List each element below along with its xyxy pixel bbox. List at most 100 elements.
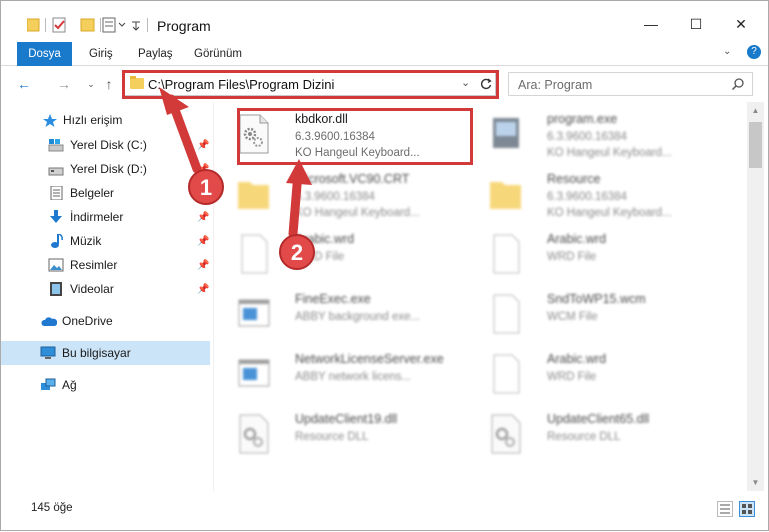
pin-icon[interactable]: 📌 — [197, 212, 209, 223]
explorer-window: Program — ☐ ✕ Dosya Giriş Paylaş Görünüm… — [0, 0, 769, 531]
pin-icon[interactable]: 📌 — [197, 284, 209, 295]
file-description: KO Hangeul Keyboard... — [547, 207, 672, 219]
app-window-icon — [238, 299, 270, 327]
file-item[interactable]: UpdateClient19.dll Resource DLL — [215, 406, 455, 462]
file-type: ABBY background exe... — [295, 311, 421, 323]
file-highlight-box — [237, 108, 473, 165]
sidebar-item-label: Videolar — [70, 282, 114, 296]
network-icon — [41, 378, 56, 390]
new-folder-icon — [80, 18, 95, 32]
minimize-button[interactable]: — — [631, 9, 671, 39]
sidebar-item-quick-access[interactable]: Hızlı erişim — [1, 108, 210, 132]
file-description: KO Hangeul Keyboard... — [295, 207, 420, 219]
sidebar-item-network[interactable]: Ağ — [1, 373, 210, 397]
file-item[interactable]: program.exe 6.3.9600.16384 KO Hangeul Ke… — [467, 106, 707, 162]
sidebar-item-onedrive[interactable]: OneDrive — [1, 309, 210, 333]
sidebar-item-label: Bu bilgisayar — [62, 346, 131, 360]
sidebar-item-label: Belgeler — [70, 186, 115, 200]
properties-icon — [52, 17, 66, 33]
dropdown-icon — [118, 22, 126, 27]
file-name: Arabic.wrd — [547, 352, 607, 366]
sidebar-item-videos[interactable]: Videolar 📌 — [1, 277, 210, 301]
pin-icon[interactable]: 📌 — [197, 188, 209, 199]
sidebar-item-label: OneDrive — [62, 314, 113, 328]
sidebar-item-this-pc[interactable]: Bu bilgisayar — [1, 341, 210, 365]
file-item[interactable]: FineExec.exe ABBY background exe... — [215, 286, 455, 342]
sidebar-item-label: Yerel Disk (D:) — [70, 162, 147, 176]
file-name: NetworkLicenseServer.exe — [295, 352, 444, 366]
file-item[interactable]: Arabic.wrd WRD File — [215, 226, 455, 282]
up-arrow-icon[interactable]: ↑ — [99, 73, 119, 95]
file-description: KO Hangeul Keyboard... — [547, 147, 672, 159]
tab-share[interactable]: Paylaş — [138, 42, 173, 66]
sidebar-item-label: Yerel Disk (C:) — [70, 138, 147, 152]
ribbon-expand-icon[interactable]: ⌄ — [723, 46, 731, 57]
quick-access-icons[interactable] — [27, 16, 157, 34]
file-type: WRD File — [547, 251, 597, 263]
sidebar-item-label: Müzik — [70, 234, 102, 248]
tab-view[interactable]: Görünüm — [194, 42, 242, 66]
pin-icon[interactable]: 📌 — [197, 260, 209, 271]
scroll-thumb[interactable] — [749, 122, 762, 168]
recent-locations-chevron-icon[interactable]: ⌄ — [81, 73, 101, 95]
file-item[interactable]: Arabic.wrd WRD File — [467, 346, 707, 402]
file-version: 6.3.9600.16384 — [547, 191, 627, 203]
help-icon[interactable]: ? — [747, 45, 761, 59]
ribbon-tabs: Dosya Giriş Paylaş Görünüm ⌄ ? — [1, 42, 768, 66]
forward-arrow-icon[interactable]: → — [54, 73, 74, 95]
tab-file[interactable]: Dosya — [17, 42, 72, 66]
document-icon — [50, 186, 63, 200]
sidebar-item-label: İndirmeler — [70, 210, 124, 224]
details-view-icon[interactable] — [717, 501, 733, 517]
window-title: Program — [157, 18, 211, 34]
sidebar-item-documents[interactable]: Belgeler 📌 — [1, 181, 210, 205]
scroll-down-icon[interactable]: ▼ — [747, 474, 764, 491]
tiles-view-icon[interactable] — [739, 501, 755, 517]
file-item[interactable]: Resource 6.3.9600.16384 KO Hangeul Keybo… — [467, 166, 707, 222]
sidebar-item-downloads[interactable]: İndirmeler 📌 — [1, 205, 210, 229]
file-type: WRD File — [295, 251, 345, 263]
sidebar-item-local-disk-d[interactable]: Yerel Disk (D:) 📌 — [1, 157, 210, 181]
pin-icon[interactable]: 📌 — [197, 140, 209, 151]
navigation-pane: Hızlı erişim Yerel Disk (C:) 📌 Yerel Dis… — [1, 102, 211, 491]
file-type: Resource DLL — [547, 431, 621, 443]
file-name: SndToWP15.wcm — [547, 292, 646, 306]
tab-home[interactable]: Giriş — [89, 42, 113, 66]
file-type: WCM File — [547, 311, 598, 323]
file-item[interactable]: Microsoft.VC90.CRT 6.3.9600.16384 KO Han… — [215, 166, 455, 222]
pictures-icon — [48, 258, 64, 272]
video-icon — [50, 282, 62, 296]
sidebar-item-label: Hızlı erişim — [63, 113, 123, 127]
file-type: WRD File — [547, 371, 597, 383]
file-item[interactable]: Arabic.wrd WRD File — [467, 226, 707, 282]
pin-icon[interactable]: 📌 — [197, 236, 209, 247]
file-name: UpdateClient65.dll — [547, 412, 650, 426]
scroll-up-icon[interactable]: ▲ — [747, 102, 764, 119]
sidebar-item-pictures[interactable]: Resimler 📌 — [1, 253, 210, 277]
sidebar-item-music[interactable]: Müzik 📌 — [1, 229, 210, 253]
file-name: Arabic.wrd — [295, 232, 355, 246]
navigation-bar: ← → ⌄ ↑ C:\Program Files\Program Dizini … — [1, 67, 768, 101]
back-arrow-icon[interactable]: ← — [14, 73, 34, 95]
dll-gear-icon — [491, 414, 521, 454]
search-input[interactable]: Ara: Program — [518, 78, 592, 92]
file-item[interactable]: UpdateClient65.dll Resource DLL — [467, 406, 707, 462]
file-version: 6.3.9600.16384 — [547, 131, 627, 143]
close-button[interactable]: ✕ — [721, 9, 761, 39]
vertical-scrollbar[interactable]: ▲ ▼ — [747, 102, 764, 491]
status-bar: 145 öğe — [1, 494, 768, 524]
pane-divider[interactable] — [213, 102, 214, 491]
star-icon — [43, 114, 57, 127]
title-bar: Program — ☐ ✕ — [1, 1, 768, 41]
file-name: Arabic.wrd — [547, 232, 607, 246]
search-box[interactable]: Ara: Program — [508, 72, 753, 96]
file-item[interactable]: SndToWP15.wcm WCM File — [467, 286, 707, 342]
search-icon — [732, 78, 744, 90]
file-item[interactable]: NetworkLicenseServer.exe ABBY network li… — [215, 346, 455, 402]
sidebar-item-local-disk-c[interactable]: Yerel Disk (C:) 📌 — [1, 133, 210, 157]
dll-gear-icon — [239, 414, 269, 454]
maximize-button[interactable]: ☐ — [676, 9, 716, 39]
pin-icon[interactable]: 📌 — [197, 164, 209, 175]
quick-access-toolbar — [27, 16, 157, 34]
blank-file-icon — [241, 234, 268, 274]
